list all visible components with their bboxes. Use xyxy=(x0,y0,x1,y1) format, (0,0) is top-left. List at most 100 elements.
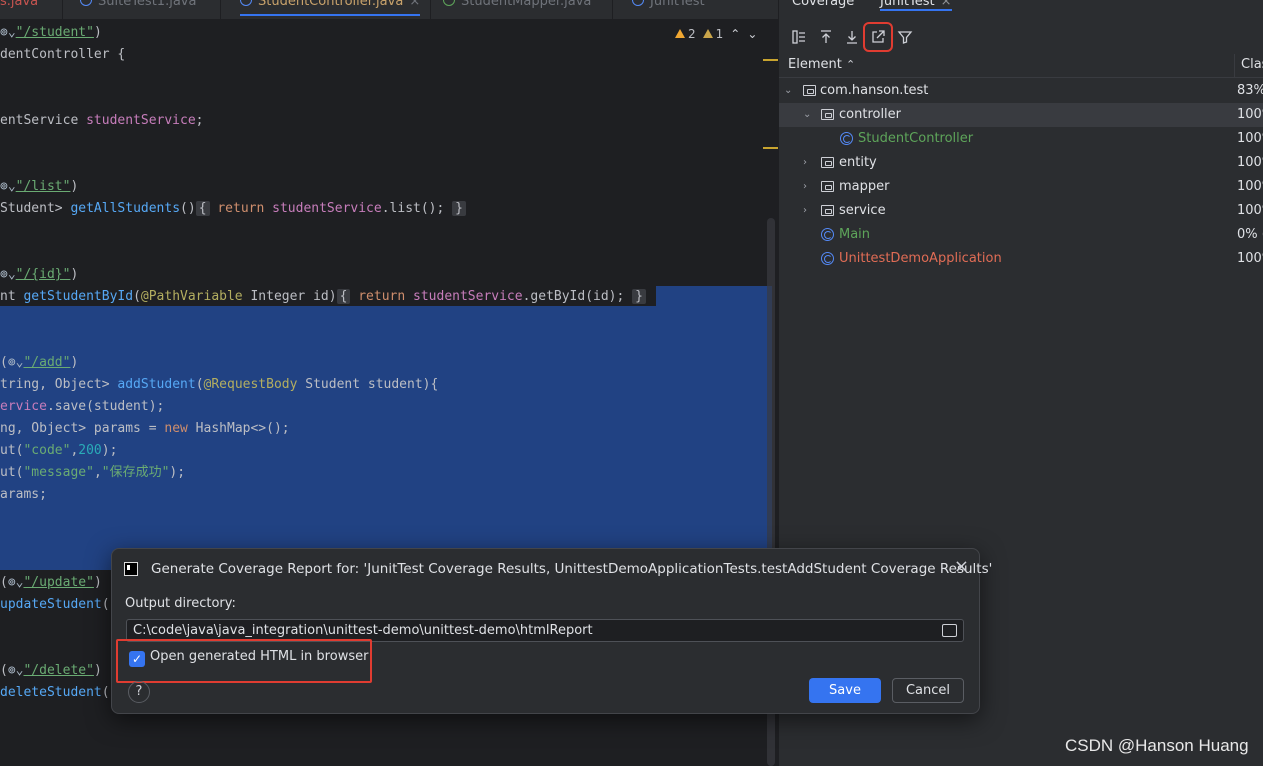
url-mapping-icon[interactable]: ⊚⌄ xyxy=(0,25,16,40)
help-button[interactable]: ? xyxy=(128,681,150,703)
column-header-element[interactable]: Element ⌃ xyxy=(788,57,855,72)
highlight-box: ✓ Open generated HTML in browser xyxy=(116,639,372,683)
java-class-icon xyxy=(840,132,853,145)
tree-row-package[interactable]: ⌄ controller 100% xyxy=(779,103,1263,127)
tab-junittest[interactable]: JunitTest × xyxy=(880,0,952,11)
navigate-up-button[interactable] xyxy=(815,26,837,48)
generate-report-button[interactable] xyxy=(863,22,893,52)
editor-tab-label: StudentMapper.java xyxy=(461,0,592,9)
code-line: ut("code",200); xyxy=(0,443,118,458)
navigate-down-button[interactable] xyxy=(841,26,863,48)
code-line: entService studentService; xyxy=(0,113,204,128)
url-mapping-icon[interactable]: ⊚⌄ xyxy=(8,575,24,590)
coverage-table-header: Element ⌃ Clas xyxy=(779,54,1263,78)
editor-tab-1[interactable]: SuiteTest1.java xyxy=(80,0,197,19)
code-line: (⊚⌄"/update") xyxy=(0,575,102,590)
editor-tab-2[interactable]: StudentController.java × xyxy=(240,0,421,19)
url-mapping-icon[interactable]: ⊚⌄ xyxy=(8,355,24,370)
output-directory-label: Output directory: xyxy=(125,596,236,611)
code-line: updateStudent( xyxy=(0,597,110,612)
export-icon xyxy=(872,30,885,43)
generate-coverage-report-dialog: Generate Coverage Report for: 'JunitTest… xyxy=(111,548,992,714)
dialog-title: Generate Coverage Report for: 'JunitTest… xyxy=(124,559,992,579)
package-icon xyxy=(821,109,834,120)
code-line: ervice.save(student); xyxy=(0,399,165,414)
code-line: (⊚⌄"/add") xyxy=(0,355,79,370)
arrow-down-icon xyxy=(847,31,857,44)
tree-row-class[interactable]: Main 0% ( xyxy=(779,223,1263,247)
editor-tab-3[interactable]: StudentMapper.java xyxy=(443,0,592,19)
package-icon xyxy=(821,205,834,216)
code-line: tring, Object> addStudent(@RequestBody S… xyxy=(0,377,439,392)
cancel-button[interactable]: Cancel xyxy=(892,678,964,703)
tab-separator xyxy=(62,0,63,19)
tab-separator xyxy=(430,0,431,19)
save-button[interactable]: Save xyxy=(809,678,881,703)
editor-tab-label: s.java xyxy=(0,0,39,9)
code-line: ⊚⌄"/student") xyxy=(0,25,102,40)
editor-tab-4[interactable]: JunitTest xyxy=(632,0,705,19)
filter-icon xyxy=(897,31,913,44)
editor-tab-label: SuiteTest1.java xyxy=(98,0,197,9)
url-mapping-icon[interactable]: ⊚⌄ xyxy=(8,663,24,678)
column-divider[interactable] xyxy=(1234,54,1235,78)
close-icon[interactable]: × xyxy=(954,558,969,576)
java-class-icon xyxy=(821,228,834,241)
package-icon xyxy=(803,85,816,96)
editor-tab-bar: s.java SuiteTest1.java StudentController… xyxy=(0,0,778,20)
folder-icon[interactable] xyxy=(942,624,957,637)
code-line: ut("message","保存成功"); xyxy=(0,465,186,480)
arrow-up-icon xyxy=(821,30,831,43)
flatten-packages-icon xyxy=(792,30,805,44)
java-class-icon xyxy=(632,0,644,6)
tab-separator xyxy=(612,0,613,19)
code-line: (⊚⌄"/delete") xyxy=(0,663,102,678)
close-icon[interactable]: × xyxy=(941,0,952,9)
chevron-right-icon[interactable]: › xyxy=(803,151,807,175)
tree-row-class[interactable]: UnittestDemoApplication 100% xyxy=(779,247,1263,271)
url-mapping-icon[interactable]: ⊚⌄ xyxy=(0,179,16,194)
url-mapping-icon[interactable]: ⊚⌄ xyxy=(0,267,16,282)
code-line: arams; xyxy=(0,487,47,502)
output-directory-input[interactable] xyxy=(133,622,933,639)
sort-ascending-icon: ⌃ xyxy=(845,58,856,71)
tree-row-class[interactable]: StudentController 100% xyxy=(779,127,1263,151)
open-in-browser-checkbox[interactable]: ✓ xyxy=(129,651,145,667)
editor-tab-label: StudentController.java xyxy=(258,0,404,9)
watermark: CSDN @Hanson Huang xyxy=(1065,736,1249,755)
coverage-toolbar xyxy=(779,22,1263,52)
chevron-down-icon[interactable]: ⌄ xyxy=(784,79,792,103)
tab-separator xyxy=(220,0,221,19)
text-selection xyxy=(656,286,772,308)
warning-stripe-marker[interactable] xyxy=(763,59,778,61)
tree-row-package[interactable]: › entity 100% xyxy=(779,151,1263,175)
column-header-class[interactable]: Clas xyxy=(1241,57,1263,72)
editor-tab-label: JunitTest xyxy=(650,0,705,9)
editor-tab-0[interactable]: s.java xyxy=(0,0,39,19)
code-line: ⊚⌄"/list") xyxy=(0,179,79,194)
chevron-right-icon[interactable]: › xyxy=(803,199,807,223)
close-icon[interactable]: × xyxy=(409,0,420,9)
tree-row-package[interactable]: › service 100% xyxy=(779,199,1263,223)
code-line: deleteStudent( xyxy=(0,685,110,700)
spring-boot-class-icon xyxy=(821,252,834,265)
open-in-browser-label[interactable]: Open generated HTML in browser xyxy=(150,649,368,664)
tree-row-package[interactable]: ⌄ com.hanson.test 83% xyxy=(779,79,1263,103)
java-interface-icon xyxy=(443,0,455,6)
code-line: ⊚⌄"/{id}") xyxy=(0,267,79,282)
tree-row-package[interactable]: › mapper 100% xyxy=(779,175,1263,199)
code-line: Student> getAllStudents(){ return studen… xyxy=(0,198,466,220)
java-class-icon xyxy=(80,0,92,6)
chevron-down-icon[interactable]: ⌄ xyxy=(803,103,811,127)
code-line: ng, Object> params = new HashMap<>(); xyxy=(0,421,290,436)
package-icon xyxy=(821,181,834,192)
filter-button[interactable] xyxy=(894,26,916,48)
tab-coverage[interactable]: Coverage xyxy=(792,0,854,9)
flatten-packages-button[interactable] xyxy=(788,26,810,48)
code-line: dentController { xyxy=(0,47,126,62)
warning-stripe-marker[interactable] xyxy=(763,147,778,149)
java-class-icon xyxy=(240,0,252,6)
package-icon xyxy=(821,157,834,168)
chevron-right-icon[interactable]: › xyxy=(803,175,807,199)
intellij-logo-icon xyxy=(124,562,138,576)
